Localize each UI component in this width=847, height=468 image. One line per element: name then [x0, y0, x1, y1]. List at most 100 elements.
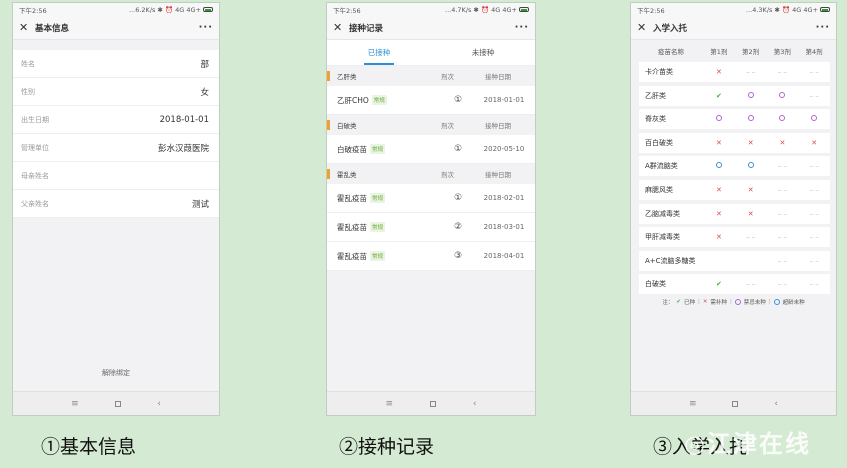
legend-need: 需补种: [710, 300, 727, 307]
more-icon[interactable]: ···: [199, 22, 213, 33]
home-icon[interactable]: [732, 400, 739, 407]
menu-icon[interactable]: ≡: [71, 399, 79, 409]
dash-placeholder: – –: [809, 185, 819, 194]
title-bar: ✕ 基本信息 ···: [13, 16, 219, 40]
info-row[interactable]: 母亲姓名: [13, 162, 219, 190]
dash-placeholder: – –: [777, 280, 787, 289]
grid-header: 疫苗名称 第1剂 第2剂 第3剂 第4剂: [631, 40, 836, 62]
close-icon[interactable]: ✕: [333, 21, 345, 34]
purple-circle-icon: [779, 115, 786, 122]
dose-cell: ✕: [703, 233, 735, 241]
grid-row[interactable]: 麻腮风类 ✕ ✕ – – – –: [639, 179, 830, 200]
dose-cell: ✕: [703, 186, 735, 194]
blue-circle-icon: [715, 162, 722, 169]
purple-circle-icon: [811, 115, 818, 122]
info-value: 彭水汉葭医院: [157, 143, 209, 154]
dose-cell: – –: [798, 92, 830, 100]
vaccine-row[interactable]: 霍乱疫苗 常规 ② 2018-03-01: [327, 213, 535, 242]
home-icon[interactable]: [114, 400, 121, 407]
legend: 注： ✔ 已种 | ✕ 需补种 | 禁忌未种 | 超龄未种: [662, 299, 805, 307]
home-icon[interactable]: [429, 400, 436, 407]
unbind-link[interactable]: 解除绑定: [13, 368, 219, 378]
header-dose-2: 第2剂: [742, 48, 760, 56]
back-icon[interactable]: ‹: [157, 399, 161, 409]
cross-icon: ✕: [747, 138, 754, 147]
grid-row[interactable]: A+C流脑多糖类 – – – –: [639, 250, 830, 271]
vaccine-row[interactable]: 霍乱疫苗 常规 ③ 2018-04-01: [327, 242, 535, 271]
status-indicators: ...4.7K/s ✱ ⏰ 4G 4G+: [445, 6, 529, 14]
cross-icon: ✕: [811, 138, 818, 147]
dose-cell: ✔: [703, 280, 735, 288]
grid-row[interactable]: 脊灰类: [639, 109, 830, 130]
vaccine-name: 霍乱疫苗: [337, 251, 367, 261]
close-icon[interactable]: ✕: [19, 21, 31, 34]
close-icon[interactable]: ✕: [637, 21, 649, 34]
grid-row[interactable]: 甲肝减毒类 ✕ – – – – – –: [639, 227, 830, 248]
purple-circle-icon: [715, 115, 722, 122]
menu-icon[interactable]: ≡: [385, 399, 393, 409]
grid-row[interactable]: 卡介苗类 ✕ – – – – – –: [639, 62, 830, 82]
android-nav-bar: ≡ ‹: [13, 391, 219, 415]
menu-icon[interactable]: ≡: [689, 399, 697, 409]
info-value: 测试: [191, 199, 209, 210]
check-icon: ✔: [715, 280, 722, 289]
cross-icon: ✕: [747, 185, 754, 194]
grid-row[interactable]: 乙肝类 ✔ – –: [639, 85, 830, 106]
routine-tag: 常规: [370, 222, 386, 232]
info-row[interactable]: 出生日期 2018-01-01: [13, 106, 219, 134]
android-nav-bar: ≡ ‹: [327, 391, 535, 415]
info-row[interactable]: 管理单位 彭水汉葭医院: [13, 134, 219, 162]
vaccine-name: 白破疫苗: [337, 144, 367, 154]
dose-cell: – –: [767, 257, 799, 265]
grid-row[interactable]: 白破类 ✔ – – – – – –: [639, 274, 830, 295]
info-row[interactable]: 姓名 部: [13, 50, 219, 78]
vaccination-date: 2018-01-01: [483, 96, 525, 104]
grid-row[interactable]: 百白破类 ✕ ✕ ✕ ✕: [639, 132, 830, 153]
dose-cell: – –: [767, 280, 799, 288]
purple-circle-icon: [747, 115, 754, 122]
info-row[interactable]: 父亲姓名 测试: [13, 190, 219, 218]
vaccine-row[interactable]: 霍乱疫苗 常规 ① 2018-02-01: [327, 184, 535, 213]
routine-tag: 常规: [370, 193, 386, 203]
tab-not-vaccinated[interactable]: 未接种: [431, 40, 535, 65]
back-icon[interactable]: ‹: [774, 399, 778, 409]
dose-cell: [798, 115, 830, 123]
vaccine-row[interactable]: 白破疫苗 常规 ① 2020-05-10: [327, 135, 535, 164]
dose-cell: ✕: [703, 68, 735, 76]
info-label: 管理单位: [21, 143, 49, 152]
dose-cell: [767, 115, 799, 123]
dose-cell: – –: [767, 233, 799, 241]
info-value: 2018-01-01: [159, 114, 209, 125]
status-bar: 下午2:56 ...4.7K/s ✱ ⏰ 4G 4G+: [327, 3, 535, 16]
dose-header: 剂次: [441, 171, 454, 179]
dose-cell: ✕: [735, 210, 767, 218]
grid-row[interactable]: A群流脑类 – – – –: [639, 156, 830, 177]
dose-cell: ✔: [703, 92, 735, 100]
back-icon[interactable]: ‹: [473, 399, 477, 409]
blue-circle-icon: [747, 162, 754, 169]
dose-cell: – –: [735, 280, 767, 288]
more-icon[interactable]: ···: [816, 22, 830, 33]
grid-row[interactable]: 乙脑减毒类 ✕ ✕ – – – –: [639, 203, 830, 224]
status-time: 下午2:56: [333, 6, 361, 15]
vaccine-name: 甲肝减毒类: [645, 233, 680, 242]
vaccine-row[interactable]: 乙肝CHO 常规 ① 2018-01-01: [327, 86, 535, 115]
dose-number: ②: [453, 222, 463, 232]
header-dose-3: 第3剂: [773, 48, 791, 56]
dash-placeholder: – –: [777, 162, 787, 171]
cross-icon: ✕: [715, 68, 722, 76]
cross-icon: ✕: [779, 138, 786, 147]
dose-cell: – –: [767, 68, 799, 76]
page-title: 接种记录: [349, 23, 384, 34]
vaccination-date: 2018-03-01: [483, 223, 525, 231]
title-bar: ✕ 入学入托 ···: [631, 16, 836, 40]
status-indicators: ...6.2K/s ✱ ⏰ 4G 4G+: [129, 6, 213, 14]
vaccine-name: 卡介苗类: [645, 68, 673, 76]
info-row[interactable]: 性别 女: [13, 78, 219, 106]
tab-vaccinated[interactable]: 已接种: [327, 40, 431, 65]
more-icon[interactable]: ···: [515, 22, 529, 33]
dose-number: ③: [453, 251, 463, 261]
header-dose-1: 第1剂: [710, 48, 728, 56]
vaccination-date: 2018-02-01: [483, 194, 525, 202]
info-label: 母亲姓名: [21, 171, 49, 180]
